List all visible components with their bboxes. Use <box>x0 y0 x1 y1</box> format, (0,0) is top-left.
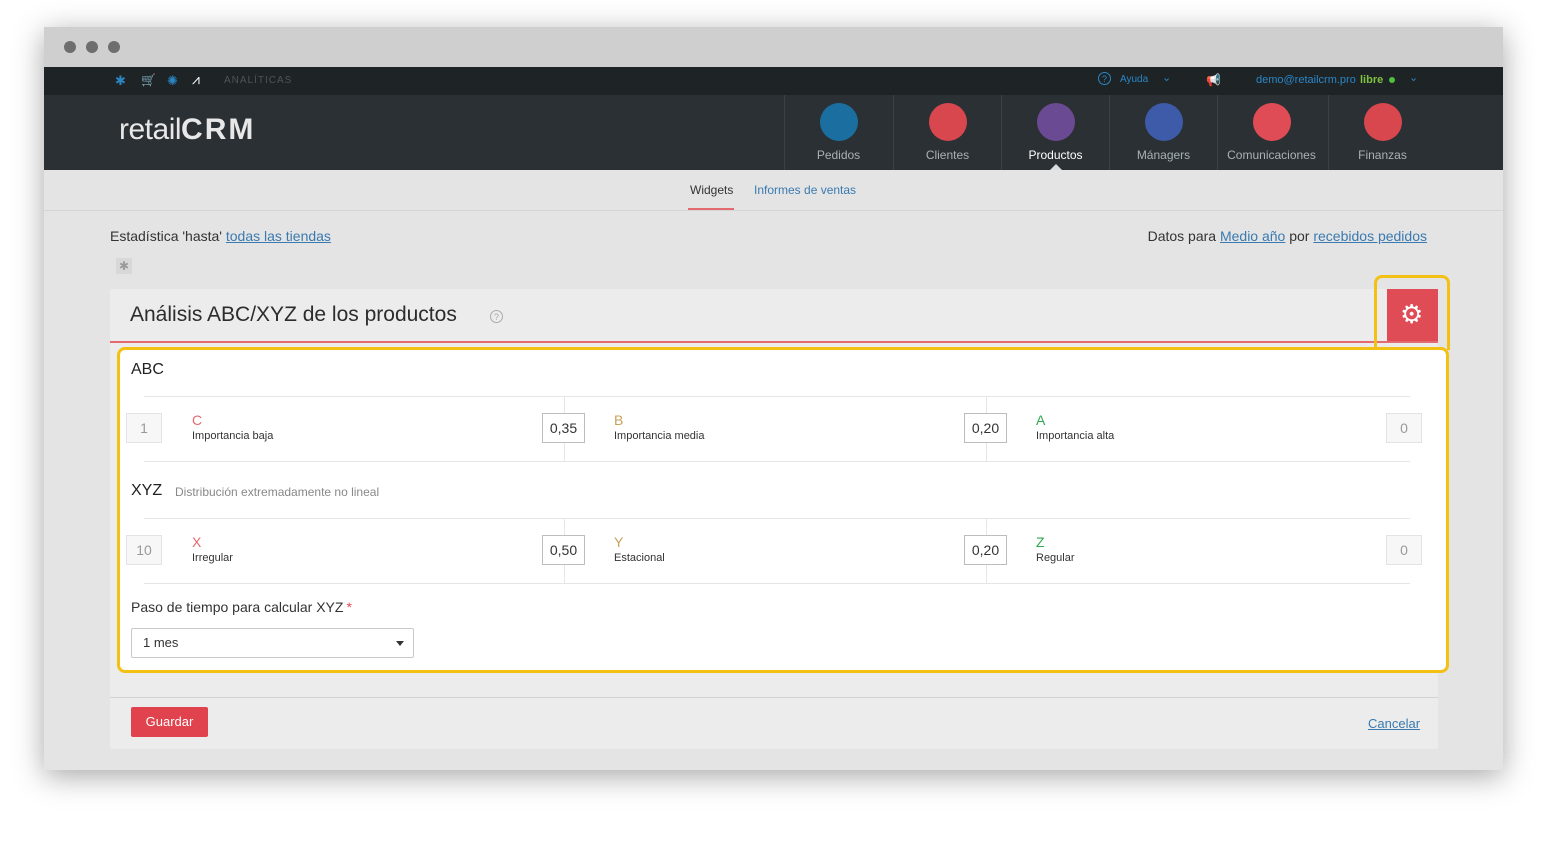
nav-item-pedidos[interactable]: Pedidos <box>784 95 892 170</box>
analytics-icon[interactable]: ⩘ <box>192 71 200 88</box>
nav-item-productos[interactable]: Productos <box>1001 95 1109 170</box>
time-step-selected-value: 1 mes <box>143 635 179 650</box>
nav-item-label: Clientes <box>925 148 970 162</box>
tab-widgets[interactable]: Widgets <box>690 183 733 197</box>
manager-icon <box>1145 103 1183 141</box>
abc-row <box>144 396 1410 462</box>
nav-item-label: Finanzas <box>1358 148 1407 162</box>
panel-help-icon[interactable]: ? <box>490 310 503 323</box>
user-chevron-icon[interactable]: ⌄ <box>1409 71 1418 84</box>
xyz-end-value: 0 <box>1386 535 1422 565</box>
logo-bold-text: CRM <box>181 113 256 146</box>
announcement-icon[interactable]: 📢 <box>1206 73 1221 87</box>
xyz-row <box>144 518 1410 584</box>
chevron-down-icon <box>396 641 404 646</box>
user-status: libre <box>1360 74 1384 86</box>
settings-form: ABC 1 C Importancia baja 0,35 B Importan… <box>117 347 1449 673</box>
nav-item-label: Mánagers <box>1136 148 1191 162</box>
chat-icon <box>1253 103 1291 141</box>
abc-c-letter: C <box>192 412 203 428</box>
save-button[interactable]: Guardar <box>131 707 208 737</box>
nav-item-clientes[interactable]: Clientes <box>893 95 1001 170</box>
xyz-y-label: Estacional <box>614 552 665 564</box>
xyz-subtitle: Distribución extremadamente no lineal <box>175 485 380 499</box>
logo-text: retail <box>119 113 182 146</box>
stats-right-mid: por <box>1289 228 1310 244</box>
window-chrome <box>44 27 1503 67</box>
xyz-start-value: 10 <box>126 535 162 565</box>
nav-item-mánagers[interactable]: Mánagers <box>1109 95 1217 170</box>
abc-title: ABC <box>131 361 164 378</box>
nav-item-label: Comunicaciones <box>1227 148 1316 162</box>
finance-icon <box>1364 103 1402 141</box>
xyz-title: XYZ <box>131 482 163 499</box>
xyz-x-threshold-input[interactable]: 0,50 <box>542 535 585 565</box>
abc-b-letter: B <box>614 412 624 428</box>
stats-right-prefix: Datos para <box>1147 228 1217 244</box>
status-online-dot <box>1389 77 1395 83</box>
abc-b-threshold-input[interactable]: 0,20 <box>964 413 1007 443</box>
window-minimize-dot[interactable] <box>86 41 98 53</box>
cart-icon <box>820 103 858 141</box>
period-link[interactable]: Medio año <box>1220 228 1285 244</box>
xyz-x-letter: X <box>192 534 202 550</box>
settings-icon[interactable]: ✱ <box>115 73 126 89</box>
abc-a-label: Importancia alta <box>1036 430 1115 442</box>
time-step-label: Paso de tiempo para calcular XYZ * <box>131 599 352 615</box>
box-icon <box>1037 103 1075 141</box>
user-email[interactable]: demo@retailcrm.pro <box>1256 74 1356 86</box>
required-mark: * <box>346 599 352 615</box>
nav-item-label: Pedidos <box>816 148 861 162</box>
main-header: retailCRM Pedidos Clientes Productos Mánage… <box>44 95 1503 170</box>
abc-c-threshold-input[interactable]: 0,35 <box>542 413 585 443</box>
cart-small-icon[interactable]: 🛒 <box>141 73 156 87</box>
subtab-divider <box>44 210 1503 211</box>
abc-b-label: Importancia media <box>614 430 705 442</box>
time-step-select[interactable]: 1 mes <box>131 628 414 658</box>
panel-footer-rule <box>110 697 1438 698</box>
abc-a-letter: A <box>1036 412 1046 428</box>
cancel-link[interactable]: Cancelar <box>1368 716 1420 731</box>
nav-item-finanzas[interactable]: Finanzas <box>1328 95 1436 170</box>
xyz-z-label: Regular <box>1036 552 1075 564</box>
abc-start-value: 1 <box>126 413 162 443</box>
orders-type-link[interactable]: recebidos pedidos <box>1313 228 1427 244</box>
help-chevron-icon[interactable]: ⌄ <box>1162 71 1171 84</box>
integration-icon[interactable]: ✺ <box>167 73 178 89</box>
xyz-y-letter: Y <box>614 534 624 550</box>
stats-period-filter: Datos para Medio año por recebidos pedid… <box>1148 228 1427 244</box>
all-stores-link[interactable]: todas las tiendas <box>226 228 331 244</box>
xyz-y-threshold-input[interactable]: 0,20 <box>964 535 1007 565</box>
stats-store-filter: Estadística 'hasta' todas las tiendas <box>110 228 331 244</box>
stats-left-prefix: Estadística 'hasta' <box>110 228 222 244</box>
panel-title-rule <box>110 341 1438 343</box>
gear-highlight-frame <box>1374 275 1450 350</box>
panel-title: Análisis ABC/XYZ de los productos <box>130 303 457 326</box>
abc-c-label: Importancia baja <box>192 430 274 442</box>
help-icon[interactable]: ? <box>1098 72 1111 85</box>
nav-item-comunicaciones[interactable]: Comunicaciones <box>1217 95 1325 170</box>
time-step-label-text: Paso de tiempo para calcular XYZ <box>131 599 344 615</box>
window-maximize-dot[interactable] <box>108 41 120 53</box>
xyz-x-label: Irregular <box>192 552 233 564</box>
xyz-z-letter: Z <box>1036 534 1045 550</box>
tab-sales-reports[interactable]: Informes de ventas <box>754 183 856 197</box>
help-link[interactable]: Ayuda <box>1120 74 1148 85</box>
abc-end-value: 0 <box>1386 413 1422 443</box>
top-toolbar: ✱ 🛒 ✺ ⩘ ANALÍTICAS ? Ayuda ⌄ 📢 demo@reta… <box>44 67 1503 95</box>
retailcrm-logo[interactable]: retailCRM <box>119 113 255 147</box>
window-close-dot[interactable] <box>64 41 76 53</box>
nav-item-label: Productos <box>1028 148 1083 162</box>
customer-icon <box>929 103 967 141</box>
widget-settings-icon[interactable]: ✱ <box>116 258 132 274</box>
section-label: ANALÍTICAS <box>224 75 293 86</box>
